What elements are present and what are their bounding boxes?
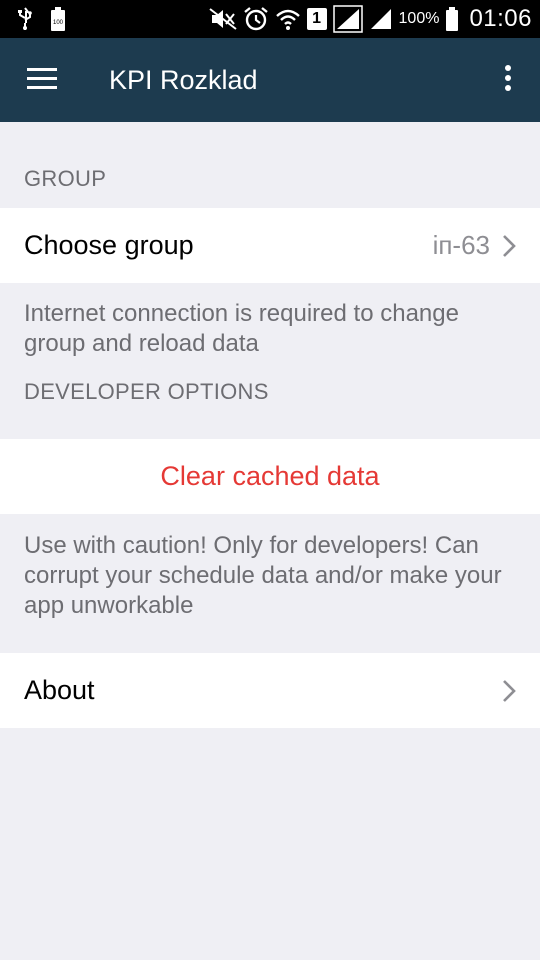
svg-text:100: 100 — [53, 20, 64, 26]
battery-icon — [445, 6, 459, 32]
overflow-menu-button[interactable] — [476, 38, 540, 122]
group-section-footer: Internet connection is required to chang… — [24, 300, 459, 357]
about-row[interactable]: About — [0, 653, 540, 728]
sim-slot-badge: 1 — [306, 8, 327, 30]
clock: 01:06 — [469, 5, 532, 32]
chevron-right-icon — [502, 234, 516, 258]
group-section-header: GROUP — [24, 166, 107, 191]
hamburger-icon — [27, 67, 57, 94]
battery-percent: 100% — [398, 10, 440, 27]
app-bar: KPI Rozklad — [0, 38, 540, 122]
clear-cache-label: Clear cached data — [160, 461, 380, 491]
signal-strength-2-icon — [369, 7, 393, 31]
signal-strength-icon — [332, 5, 363, 33]
status-bar: 100 1 100% 01:06 — [0, 0, 540, 38]
choose-group-row[interactable]: Choose group іп-63 — [0, 208, 540, 283]
developer-section-footer: Use with caution! Only for developers! C… — [24, 532, 502, 619]
developer-section-header: DEVELOPER OPTIONS — [24, 379, 269, 404]
about-label: About — [24, 675, 95, 705]
menu-button[interactable] — [0, 38, 84, 122]
alarm-icon — [243, 6, 269, 32]
app-title: KPI Rozklad — [109, 64, 258, 95]
choose-group-label: Choose group — [24, 230, 194, 260]
battery-full-small-icon: 100 — [50, 6, 66, 32]
mute-icon — [208, 7, 237, 31]
chevron-right-icon — [502, 679, 516, 703]
usb-icon — [16, 7, 34, 31]
current-group-value: іп-63 — [432, 230, 490, 260]
more-vertical-icon — [504, 64, 512, 97]
wifi-icon — [275, 6, 301, 32]
clear-cache-button[interactable]: Clear cached data — [0, 439, 540, 514]
settings-list: GROUP Choose group іп-63 Internet connec… — [0, 122, 540, 728]
